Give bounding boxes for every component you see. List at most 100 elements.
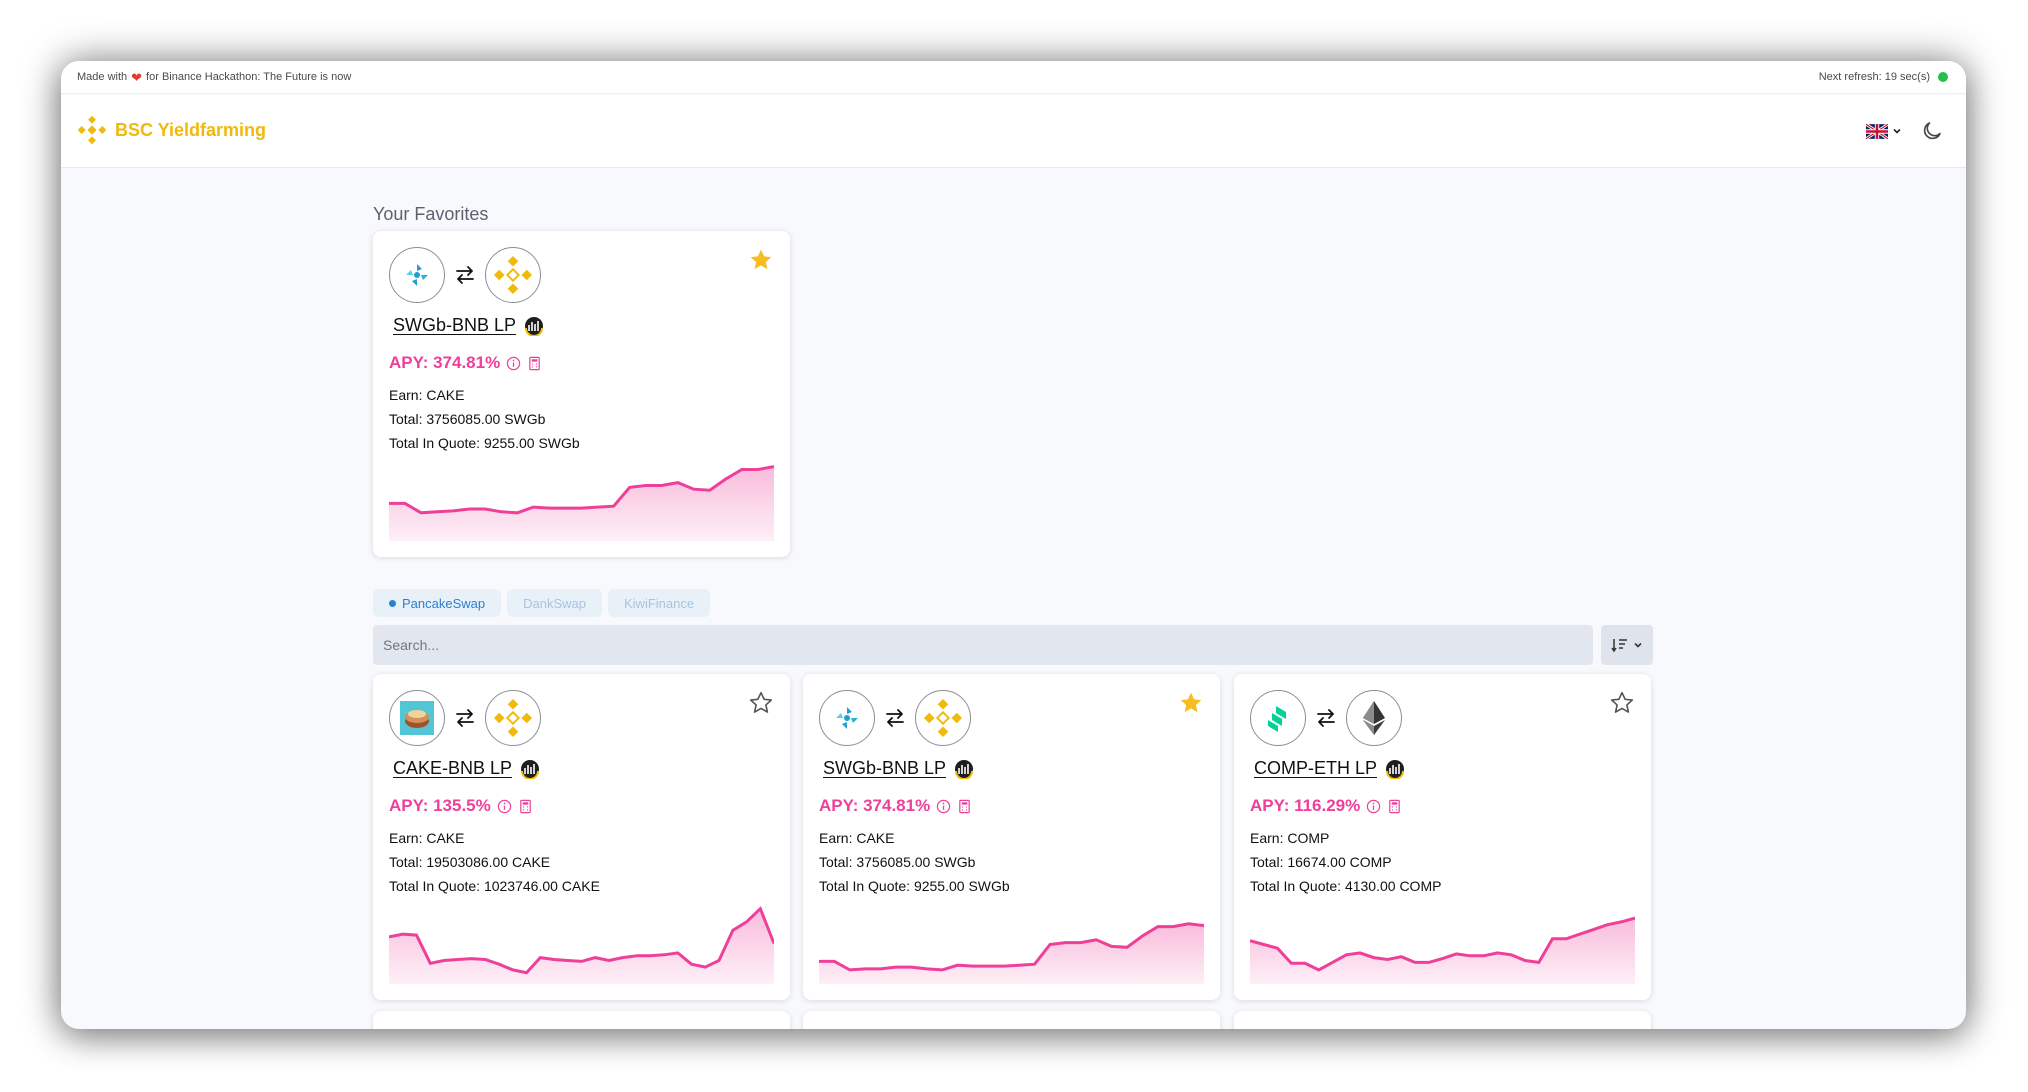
star-outline-icon[interactable] xyxy=(1609,690,1635,716)
apy-sparkline-chart xyxy=(819,922,1204,984)
apy-sparkline-chart xyxy=(389,906,774,984)
star-filled-icon[interactable] xyxy=(748,247,774,273)
bnb-icon xyxy=(915,690,971,746)
moon-icon[interactable] xyxy=(1920,119,1944,143)
language-selector[interactable] xyxy=(1866,123,1902,139)
navbar: BSC Yieldfarming xyxy=(61,95,1966,168)
token-pair-logos xyxy=(819,690,971,746)
pair-link[interactable]: SWGb-BNB LP xyxy=(823,758,946,779)
earn-label: Earn: CAKE xyxy=(389,387,465,403)
active-dot-icon xyxy=(389,599,396,607)
token-pair-logos xyxy=(389,247,541,303)
chevron-down-icon xyxy=(1893,128,1901,134)
hackathon-label: for Binance Hackathon: The Future is now xyxy=(146,71,352,83)
apy-value: APY: 135.5% xyxy=(389,796,491,815)
total-label: Total: 3756085.00 SWGb xyxy=(389,411,546,427)
apy-row: APY: 116.29% xyxy=(1250,796,1402,816)
pool-card-partial[interactable] xyxy=(1234,1011,1651,1029)
pair-link[interactable]: COMP-ETH LP xyxy=(1254,758,1377,779)
sparkline-area xyxy=(1250,918,1635,984)
swap-arrows-icon xyxy=(456,709,474,727)
calculator-icon[interactable] xyxy=(1387,799,1402,814)
swgb-icon xyxy=(819,690,875,746)
sort-button[interactable] xyxy=(1601,625,1653,665)
info-icon[interactable] xyxy=(497,799,512,814)
apy-sparkline-chart xyxy=(1250,916,1635,984)
calculator-icon[interactable] xyxy=(518,799,533,814)
calculator-icon[interactable] xyxy=(957,799,972,814)
info-icon[interactable] xyxy=(1366,799,1381,814)
apy-row: APY: 135.5% xyxy=(389,796,533,816)
sparkline-area xyxy=(389,908,774,984)
pool-card: SWGb-BNB LP APY: 374.81% Earn: CAKE Tota… xyxy=(803,674,1220,1000)
token-pair-logos xyxy=(389,690,541,746)
total-label: Total: 16674.00 COMP xyxy=(1250,854,1392,870)
pool-info: Earn: CAKE Total: 19503086.00 CAKE Total… xyxy=(389,826,600,898)
apy-sparkline-chart xyxy=(389,465,774,541)
swap-arrows-icon xyxy=(886,709,904,727)
pool-card-partial[interactable] xyxy=(803,1011,1220,1029)
pancakeswap-badge-icon xyxy=(525,316,544,336)
pair-link[interactable]: SWGb-BNB LP xyxy=(393,315,516,336)
tab-label: DankSwap xyxy=(523,595,586,611)
next-refresh-label: Next refresh: 19 sec(s) xyxy=(1818,71,1930,83)
apy-value: APY: 374.81% xyxy=(819,796,931,815)
favorites-title: Your Favorites xyxy=(373,204,489,224)
pool-card-partial[interactable] xyxy=(373,1011,790,1029)
total-quote-label: Total In Quote: 1023746.00 CAKE xyxy=(389,878,600,894)
chevron-down-icon xyxy=(1634,642,1642,648)
pair-name: COMP-ETH LP xyxy=(1254,758,1405,779)
bnb-icon xyxy=(485,247,541,303)
apy-value: APY: 116.29% xyxy=(1250,796,1361,815)
bnb-icon xyxy=(485,690,541,746)
total-quote-label: Total In Quote: 4130.00 COMP xyxy=(1250,878,1442,894)
pair-name: CAKE-BNB LP xyxy=(393,758,540,779)
tab-label: PancakeSwap xyxy=(402,595,486,611)
swap-arrows-icon xyxy=(456,266,474,284)
apy-row: APY: 374.81% xyxy=(819,796,972,816)
cake-icon xyxy=(389,690,445,746)
info-icon[interactable] xyxy=(506,356,521,371)
search-input[interactable] xyxy=(373,625,1593,665)
pair-name: SWGb-BNB LP xyxy=(393,315,544,336)
pair-name: SWGb-BNB LP xyxy=(823,758,974,779)
apy-value: APY: 374.81% xyxy=(389,353,501,372)
apy-row: APY: 374.81% xyxy=(389,353,542,373)
heart-icon: ❤ xyxy=(131,69,143,85)
earn-label: Earn: CAKE xyxy=(389,830,465,846)
pancakeswap-badge-icon xyxy=(955,759,974,779)
pool-info: Earn: CAKE Total: 3756085.00 SWGb Total … xyxy=(389,383,580,455)
browser-window: Made with ❤ for Binance Hackathon: The F… xyxy=(61,61,1966,1029)
pool-info: Earn: CAKE Total: 3756085.00 SWGb Total … xyxy=(819,826,1010,898)
pancakeswap-badge-icon xyxy=(521,759,540,779)
tab-kiwifinance[interactable]: KiwiFinance xyxy=(608,589,711,617)
sort-desc-icon xyxy=(1611,639,1627,653)
uk-flag-icon xyxy=(1866,123,1888,139)
live-status-icon xyxy=(1938,72,1948,82)
brand-logo-link[interactable]: BSC Yieldfarming xyxy=(77,115,266,145)
exchange-tabs: PancakeSwap DankSwap KiwiFinance xyxy=(373,589,711,617)
eth-icon xyxy=(1346,690,1402,746)
star-outline-icon[interactable] xyxy=(748,690,774,716)
brand-name: BSC Yieldfarming xyxy=(115,119,267,140)
tab-label: KiwiFinance xyxy=(624,595,695,611)
calculator-icon[interactable] xyxy=(527,356,542,371)
tab-pancakeswap[interactable]: PancakeSwap xyxy=(373,589,502,617)
pancakeswap-badge-icon xyxy=(1386,759,1405,779)
pool-info: Earn: COMP Total: 16674.00 COMP Total In… xyxy=(1250,826,1441,898)
pool-card: COMP-ETH LP APY: 116.29% Earn: COMP Tota… xyxy=(1234,674,1651,1000)
swgb-icon xyxy=(389,247,445,303)
binance-logo-icon xyxy=(77,115,107,145)
total-quote-label: Total In Quote: 9255.00 SWGb xyxy=(389,435,580,451)
earn-label: Earn: COMP xyxy=(1250,830,1330,846)
total-label: Total: 3756085.00 SWGb xyxy=(819,854,976,870)
made-with-label: Made with xyxy=(77,71,128,83)
tab-dankswap[interactable]: DankSwap xyxy=(507,589,602,617)
announcement-bar: Made with ❤ for Binance Hackathon: The F… xyxy=(61,61,1966,94)
star-filled-icon[interactable] xyxy=(1178,690,1204,716)
sparkline-area xyxy=(389,466,774,541)
total-quote-label: Total In Quote: 9255.00 SWGb xyxy=(819,878,1010,894)
info-icon[interactable] xyxy=(936,799,951,814)
pair-link[interactable]: CAKE-BNB LP xyxy=(393,758,512,779)
refresh-indicator: Next refresh: 19 sec(s) xyxy=(1819,71,1948,83)
